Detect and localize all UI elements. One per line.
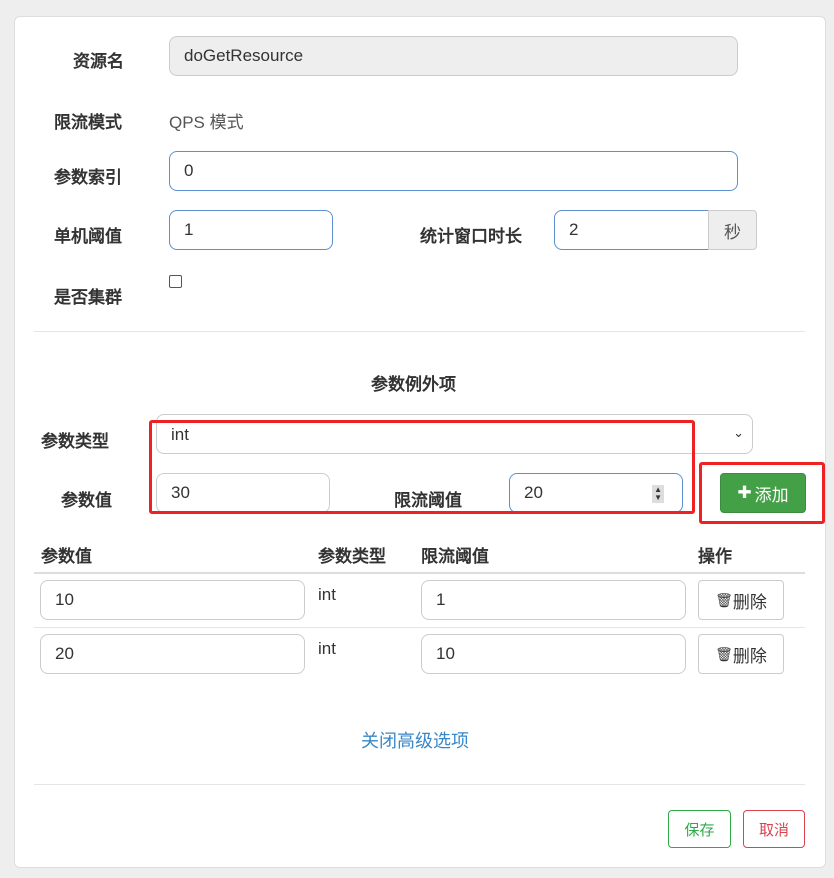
highlight-box-add — [699, 462, 825, 524]
row-type: int — [318, 585, 336, 604]
index-input[interactable]: 0 — [169, 151, 738, 191]
cluster-checkbox[interactable] — [169, 275, 182, 288]
col-action: 操作 — [698, 547, 732, 566]
col-limit: 限流阈值 — [421, 547, 489, 566]
row-limit-input[interactable]: 10 — [421, 634, 686, 674]
divider — [34, 331, 805, 332]
row-value-input[interactable]: 20 — [40, 634, 305, 674]
param-type-label: 参数类型 — [41, 432, 109, 451]
window-input[interactable]: 2 — [554, 210, 709, 250]
resource-input[interactable]: doGetResource — [169, 36, 738, 76]
row-value-input[interactable]: 10 — [40, 580, 305, 620]
threshold-label: 单机阈值 — [54, 227, 122, 246]
col-value: 参数值 — [41, 547, 92, 566]
footer-divider — [34, 784, 805, 785]
close-advanced-link[interactable]: 关闭高级选项 — [361, 727, 469, 753]
index-label: 参数索引 — [54, 168, 122, 187]
col-type: 参数类型 — [318, 547, 386, 566]
row-divider — [34, 627, 805, 628]
cancel-button[interactable]: 取消 — [743, 810, 805, 848]
exceptions-title: 参数例外项 — [371, 375, 456, 394]
row-limit-input[interactable]: 1 — [421, 580, 686, 620]
trash-icon: 🗑 — [715, 591, 733, 608]
resource-label: 资源名 — [73, 52, 124, 71]
mode-value: QPS 模式 — [169, 113, 244, 132]
window-unit: 秒 — [708, 210, 757, 250]
delete-label: 删除 — [732, 646, 767, 666]
delete-button[interactable]: 🗑 删除 — [698, 580, 784, 620]
threshold-input[interactable]: 1 — [169, 210, 333, 250]
chevron-down-icon: ⌄ — [733, 425, 744, 440]
cluster-label: 是否集群 — [54, 288, 122, 307]
page: 资源名 doGetResource 限流模式 QPS 模式 参数索引 0 单机阈… — [0, 0, 834, 878]
mode-label: 限流模式 — [54, 113, 122, 132]
delete-button[interactable]: 🗑 删除 — [698, 634, 784, 674]
param-value-label: 参数值 — [61, 491, 112, 510]
row-type: int — [318, 639, 336, 658]
table-header-border — [34, 572, 805, 574]
trash-icon: 🗑 — [715, 645, 733, 662]
highlight-box — [149, 420, 695, 514]
save-button[interactable]: 保存 — [668, 810, 731, 848]
delete-label: 删除 — [732, 592, 767, 612]
window-label: 统计窗口时长 — [420, 227, 522, 246]
